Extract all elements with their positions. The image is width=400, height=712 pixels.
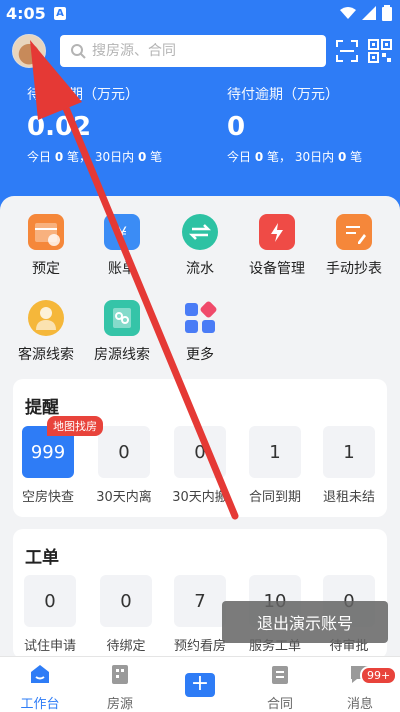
tab-label: 房源: [106, 697, 133, 712]
reminder-item-leaving[interactable]: 0 30天内离: [91, 426, 157, 505]
workorder-item-trial[interactable]: 0 试住申请: [17, 575, 83, 654]
device-icon: [259, 214, 295, 250]
home-icon: [31, 665, 49, 683]
svg-text:¥: ¥: [117, 223, 127, 242]
bill-icon: ¥: [104, 214, 140, 250]
month-count: 0: [137, 150, 147, 164]
reminder-label: 合同到期: [248, 490, 301, 505]
grid-label: 手动抄表: [326, 261, 382, 277]
payable-overdue-stat[interactable]: 待付逾期（万元） 0 今日 0 笔， 30日内 0 笔: [227, 84, 362, 165]
unit-label: 笔，: [267, 150, 292, 164]
exit-demo-button[interactable]: 退出演示账号: [222, 601, 388, 643]
grid-item-bill[interactable]: ¥ 账单: [84, 214, 160, 278]
reminder-count: 0: [174, 426, 226, 478]
header: 4:05 A 待收逾期（万元） 0.02 今日 0 笔， 30日内 0 笔: [0, 0, 400, 215]
tab-label: 工作台: [20, 697, 60, 712]
status-time: 4:05: [6, 4, 46, 23]
reminder-label: 30天内搬: [172, 490, 228, 505]
scan-icon[interactable]: [335, 39, 359, 63]
house-key-icon: [104, 300, 140, 336]
unit-label: 笔: [350, 150, 363, 164]
search-input[interactable]: [92, 43, 312, 59]
today-count: 0: [254, 150, 264, 164]
reminder-label: 空房快查: [21, 490, 74, 505]
reminder-count: 1: [323, 426, 375, 478]
qrcode-icon[interactable]: [368, 39, 392, 63]
reminder-item-contract-expire[interactable]: 1 合同到期: [242, 426, 308, 505]
workorder-item-unbound[interactable]: 0 待绑定: [93, 575, 159, 654]
tab-label: 合同: [266, 697, 293, 712]
search-bar[interactable]: [60, 35, 326, 67]
grid-item-device[interactable]: 设备管理: [239, 214, 315, 278]
reminder-item-vacant[interactable]: 999 空房快查: [15, 426, 81, 505]
battery-icon: [382, 5, 392, 21]
edit-doc-icon: [336, 214, 372, 250]
grid-item-house-leads[interactable]: 房源线索: [84, 300, 160, 364]
stat-sub: 今日 0 笔， 30日内 0 笔: [227, 148, 362, 165]
signal-icon: [362, 6, 376, 20]
workorder-count: 0: [100, 575, 152, 627]
workorder-label: 待绑定: [106, 639, 146, 654]
reminder-item-checkout-unsettled[interactable]: 1 退租未结: [316, 426, 382, 505]
avatar[interactable]: [12, 34, 46, 68]
stat-sub: 今日 0 笔， 30日内 0 笔: [27, 148, 162, 165]
today-count: 0: [54, 150, 64, 164]
customer-icon: [28, 300, 64, 336]
grid-label: 预定: [32, 261, 60, 277]
grid-item-flow[interactable]: 流水: [162, 214, 238, 278]
reminder-item-moving[interactable]: 0 30天内搬: [167, 426, 233, 505]
apps-icon: [182, 300, 218, 336]
receivable-overdue-stat[interactable]: 待收逾期（万元） 0.02 今日 0 笔， 30日内 0 笔: [27, 84, 162, 165]
card-title: 工单: [25, 548, 59, 568]
grid-label: 账单: [108, 261, 136, 277]
card-title: 提醒: [25, 398, 59, 418]
grid-item-customer-leads[interactable]: 客源线索: [8, 300, 84, 364]
tab-rooms[interactable]: 房源: [85, 663, 155, 712]
month-label: 30日内: [294, 150, 335, 164]
search-icon: [71, 44, 86, 59]
tab-contracts[interactable]: 合同: [245, 663, 315, 712]
tab-label: 消息: [346, 697, 373, 712]
contract-icon: [272, 666, 288, 684]
stat-title: 待付逾期（万元）: [227, 87, 339, 103]
reminder-count: 0: [98, 426, 150, 478]
workorder-count: 0: [24, 575, 76, 627]
message-count-badge: 99+: [360, 666, 398, 685]
transfer-icon: [182, 214, 218, 250]
grid-item-reserve[interactable]: 预定: [8, 214, 84, 278]
grid-label: 房源线索: [94, 347, 150, 363]
grid-label: 客源线索: [18, 347, 74, 363]
reminder-label: 退租未结: [322, 490, 375, 505]
status-icons: [340, 5, 392, 21]
notification-icon: A: [54, 7, 66, 20]
grid-label: 设备管理: [249, 261, 305, 277]
month-label: 30日内: [94, 150, 135, 164]
stat-value: 0.02: [27, 112, 92, 142]
grid-item-more[interactable]: 更多: [162, 300, 238, 364]
unit-label: 笔: [150, 150, 163, 164]
reminder-label: 30天内离: [96, 490, 152, 505]
today-label: 今日: [27, 150, 52, 164]
stat-value: 0: [227, 112, 246, 142]
wifi-icon: [340, 7, 356, 19]
reminder-card: 提醒 999 空房快查 0 30天内离 0 30天内搬 1 合同到期 1 退租未…: [13, 379, 387, 517]
tab-workbench[interactable]: 工作台: [5, 663, 75, 712]
calendar-icon: [28, 214, 64, 250]
stat-title: 待收逾期（万元）: [27, 87, 139, 103]
grid-item-meter[interactable]: 手动抄表: [316, 214, 392, 278]
month-count: 0: [337, 150, 347, 164]
grid-label: 流水: [186, 261, 214, 277]
grid-label: 更多: [186, 347, 214, 363]
unit-label: 笔，: [67, 150, 92, 164]
map-search-badge[interactable]: 地图找房: [47, 416, 103, 436]
workorder-label: 试住申请: [23, 639, 76, 654]
building-icon: [112, 665, 128, 684]
reminder-count: 1: [249, 426, 301, 478]
today-label: 今日: [227, 150, 252, 164]
add-button[interactable]: +: [185, 673, 215, 697]
status-bar: 4:05 A: [0, 0, 400, 28]
workorder-count: 7: [174, 575, 226, 627]
